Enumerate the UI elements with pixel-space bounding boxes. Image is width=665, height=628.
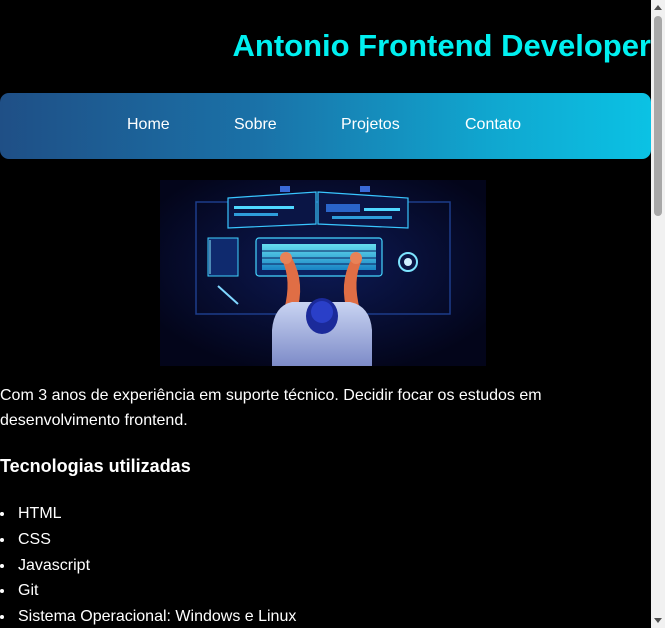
scroll-up-arrow-icon[interactable]: [654, 5, 662, 10]
technologies-heading: Tecnologias utilizadas: [0, 456, 191, 476]
nav-sobre-link[interactable]: Sobre: [234, 116, 277, 134]
nav-contato-link[interactable]: Contato: [465, 116, 521, 134]
page-content: Antonio Frontend Developer Home Sobre Pr…: [0, 0, 651, 628]
hero-illustration: [160, 180, 486, 366]
main-nav: Home Sobre Projetos Contato: [0, 93, 651, 159]
intro-paragraph: Com 3 anos de experiência em suporte téc…: [0, 387, 542, 429]
list-item: Sistema Operacional: Windows e Linux: [0, 604, 296, 628]
site-title: Antonio Frontend Developer: [232, 28, 652, 63]
list-item: HTML: [0, 501, 296, 527]
vertical-scrollbar[interactable]: [651, 0, 665, 628]
scroll-down-arrow-icon[interactable]: [654, 618, 662, 623]
developer-desk-icon: [160, 180, 486, 366]
nav-home-link[interactable]: Home: [127, 116, 170, 134]
list-item: Javascript: [0, 553, 296, 579]
list-item: Git: [0, 578, 296, 604]
scroll-thumb[interactable]: [654, 16, 662, 216]
technologies-list: HTML CSS Javascript Git Sistema Operacio…: [0, 501, 296, 628]
browser-viewport: Antonio Frontend Developer Home Sobre Pr…: [0, 0, 665, 628]
nav-projetos-link[interactable]: Projetos: [341, 116, 400, 134]
list-item: CSS: [0, 527, 296, 553]
